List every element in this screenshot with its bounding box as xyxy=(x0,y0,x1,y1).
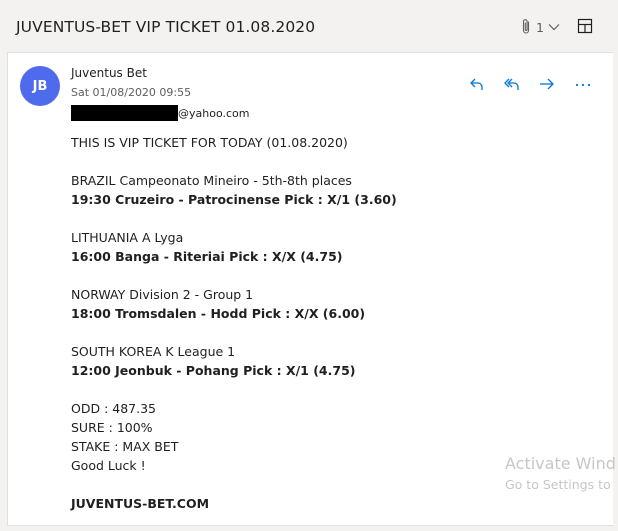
attachment-count: 1 xyxy=(536,19,544,35)
match-pick: 18:00 Tromsdalen - Hodd Pick : X/X (6.00… xyxy=(71,306,366,321)
redacted-recipient-name xyxy=(71,105,178,121)
recipient[interactable]: @yahoo.com xyxy=(71,105,249,121)
forward-icon[interactable] xyxy=(538,75,556,93)
match-pick: 12:00 Jeonbuk - Pohang Pick : X/1 (4.75) xyxy=(71,363,356,378)
match-league: BRAZIL Campeonato Mineiro - 5th-8th plac… xyxy=(71,173,352,188)
watermark-subtitle: Go to Settings to xyxy=(505,477,611,492)
match-league: LITHUANIA A Lyga xyxy=(71,230,184,245)
reply-all-icon[interactable] xyxy=(503,75,521,93)
open-in-new-window-icon[interactable] xyxy=(576,17,594,35)
odd-line: ODD : 487.35 xyxy=(71,401,156,416)
match-pick: 16:00 Banga - Riteriai Pick : X/X (4.75) xyxy=(71,249,343,264)
chevron-down-icon xyxy=(548,23,560,31)
recipient-domain: @yahoo.com xyxy=(178,106,250,120)
signature: JUVENTUS-BET.COM xyxy=(71,496,210,511)
more-options-icon[interactable] xyxy=(574,75,592,93)
subject-bar: JUVENTUS-BET VIP TICKET 01.08.2020 1 xyxy=(0,0,618,52)
avatar[interactable]: JB xyxy=(20,66,60,106)
attachments-toggle[interactable]: 1 xyxy=(520,18,560,36)
watermark-title: Activate Wind xyxy=(505,454,616,473)
paperclip-icon xyxy=(520,18,532,36)
match-pick: 19:30 Cruzeiro - Patrocinense Pick : X/1… xyxy=(71,192,397,207)
match-league: SOUTH KOREA K League 1 xyxy=(71,344,236,359)
match-league: NORWAY Division 2 - Group 1 xyxy=(71,287,254,302)
activate-windows-watermark: Activate Wind Go to Settings to xyxy=(505,454,616,496)
reply-icon[interactable] xyxy=(468,75,486,93)
intro-line: THIS IS VIP TICKET FOR TODAY (01.08.2020… xyxy=(71,135,348,150)
sender-name[interactable]: Juventus Bet xyxy=(71,66,147,80)
email-subject: JUVENTUS-BET VIP TICKET 01.08.2020 xyxy=(16,18,316,36)
message-actions xyxy=(468,75,598,93)
sure-line: SURE : 100% xyxy=(71,420,153,435)
sent-date: Sat 01/08/2020 09:55 xyxy=(71,86,192,99)
